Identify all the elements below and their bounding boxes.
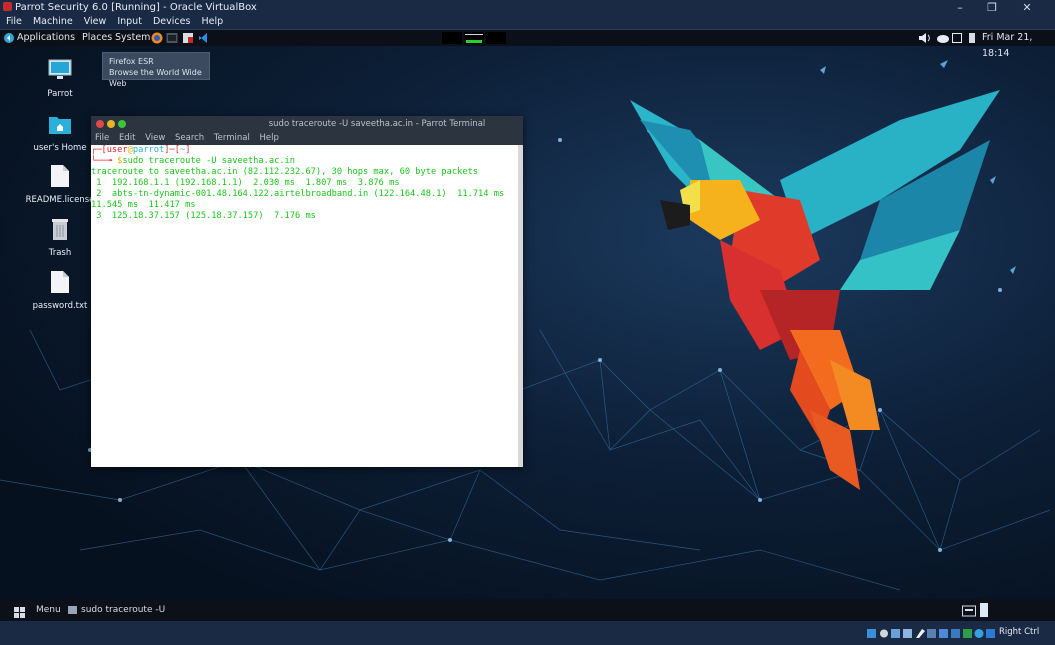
- close-button[interactable]: ✕: [1012, 0, 1042, 15]
- system-menu[interactable]: System: [115, 30, 150, 46]
- output-line: 11.545 ms 11.417 ms: [91, 200, 196, 210]
- terminal-task-icon: [68, 606, 77, 614]
- virtualbox-title-bar: Parrot Security 6.0 [Running] - Oracle V…: [0, 0, 1055, 15]
- virtualbox-menu-bar: File Machine View Input Devices Help: [0, 15, 1055, 30]
- cloud-icon: [936, 32, 950, 50]
- clock[interactable]: Fri Mar 21, 18:14: [982, 30, 1055, 62]
- file-icon: [25, 270, 95, 297]
- desktop-icon-label: password.txt: [32, 301, 88, 311]
- output-line: 1 192.168.1.1 (192.168.1.1) 2.030 ms 1.8…: [91, 178, 400, 188]
- firefox-tooltip: Firefox ESR Browse the World Wide Web: [102, 52, 210, 88]
- terminal-scrollbar[interactable]: [518, 145, 523, 467]
- output-line: 2 abts-tn-dynamic-001.48.164.122.airtelb…: [91, 189, 505, 199]
- terminal-window[interactable]: sudo traceroute -U saveetha.ac.in - Parr…: [91, 116, 523, 467]
- vb-menu-help[interactable]: Help: [201, 16, 223, 27]
- prompt-host: parrot: [132, 145, 165, 155]
- taskbar-task-label: sudo traceroute -U sa...: [81, 605, 166, 615]
- network-icon[interactable]: [952, 33, 962, 49]
- restore-button[interactable]: ❐: [977, 0, 1007, 15]
- workspace-2[interactable]: [464, 32, 484, 44]
- trash-icon: [25, 217, 95, 244]
- vscode-launcher-icon[interactable]: [198, 32, 210, 50]
- desktop-icon-label: Trash: [48, 248, 72, 258]
- desktop-icon-label: README.license: [25, 195, 95, 205]
- terminal-menu-help[interactable]: Help: [260, 133, 279, 143]
- menu-grid-icon[interactable]: [14, 605, 25, 621]
- terminal-launcher-icon[interactable]: [166, 32, 178, 50]
- applications-menu[interactable]: Applications: [17, 30, 75, 46]
- guest-desktop: Applications Places System Fri Mar 21, 1…: [0, 30, 1055, 621]
- battery-icon: [968, 32, 976, 50]
- command-line: └──╼ $sudo traceroute -U saveetha.ac.in: [91, 156, 295, 166]
- terminal-minimize-button[interactable]: [107, 120, 115, 128]
- places-menu[interactable]: Places: [82, 30, 112, 46]
- firefox-launcher-icon[interactable]: [151, 32, 163, 50]
- top-panel: Applications Places System Fri Mar 21, 1…: [0, 30, 1055, 59]
- minimize-button[interactable]: –: [945, 0, 975, 15]
- output-line: traceroute to saveetha.ac.in (82.112.232…: [91, 167, 479, 177]
- workspace-3[interactable]: [486, 32, 506, 44]
- show-desktop-button[interactable]: [980, 603, 988, 617]
- terminal-output[interactable]: ┌─[user@parrot]─[~] └──╼ $sudo tracerout…: [91, 145, 518, 467]
- home-folder-icon: [25, 112, 95, 139]
- virtualbox-status-bar: Right Ctrl: [0, 621, 1055, 645]
- host-key-label: Right Ctrl: [999, 627, 1040, 637]
- virtualbox-window-title: Parrot Security 6.0 [Running] - Oracle V…: [15, 2, 257, 13]
- terminal-menu-view[interactable]: View: [145, 133, 165, 143]
- file-icon: [25, 164, 95, 191]
- volume-icon[interactable]: [918, 32, 932, 50]
- workspace-1[interactable]: [442, 32, 462, 44]
- terminal-maximize-button[interactable]: [118, 120, 126, 128]
- desktop-icon-label: user's Home: [33, 143, 87, 153]
- bottom-panel: Menu sudo traceroute -U sa...: [0, 599, 1055, 621]
- keyboard-icon[interactable]: [962, 604, 976, 621]
- desktop-icon-label: Parrot: [47, 89, 73, 99]
- terminal-title-bar[interactable]: sudo traceroute -U saveetha.ac.in - Parr…: [91, 116, 523, 132]
- menu-button[interactable]: Menu: [36, 599, 61, 621]
- desktop-icon-home[interactable]: user's Home: [25, 112, 95, 153]
- vb-status-icons: [867, 629, 995, 638]
- terminal-menu-file[interactable]: File: [95, 133, 109, 143]
- virtualbox-app-icon: [3, 2, 12, 11]
- taskbar-terminal-task[interactable]: sudo traceroute -U sa...: [66, 599, 170, 621]
- vb-menu-input[interactable]: Input: [117, 16, 142, 27]
- output-line: 3 125.18.37.157 (125.18.37.157) 7.176 ms: [91, 211, 316, 221]
- vb-menu-file[interactable]: File: [6, 16, 22, 27]
- terminal-menu-search[interactable]: Search: [175, 133, 204, 143]
- vb-menu-machine[interactable]: Machine: [33, 16, 73, 27]
- vb-menu-view[interactable]: View: [84, 16, 107, 27]
- command-text: sudo traceroute -U saveetha.ac.in: [122, 156, 295, 166]
- text-editor-launcher-icon[interactable]: [182, 32, 194, 50]
- parrot-illustration: [630, 90, 1000, 490]
- desktop-icon-parrot[interactable]: Parrot: [25, 58, 95, 99]
- parrot-menu-icon[interactable]: [3, 30, 15, 52]
- monitor-icon: [25, 58, 95, 85]
- terminal-close-button[interactable]: [96, 120, 104, 128]
- prompt-line: ┌─[user@parrot]─[~]: [91, 145, 191, 155]
- tooltip-subtitle: Browse the World Wide Web: [109, 68, 202, 88]
- terminal-menu-terminal[interactable]: Terminal: [214, 133, 250, 143]
- desktop-icon-trash[interactable]: Trash: [25, 217, 95, 258]
- tooltip-title: Firefox ESR: [109, 57, 154, 66]
- desktop-icon-password[interactable]: password.txt: [25, 270, 95, 311]
- vb-menu-devices[interactable]: Devices: [153, 16, 190, 27]
- terminal-menu-bar: File Edit View Search Terminal Help: [91, 132, 523, 145]
- terminal-menu-edit[interactable]: Edit: [119, 133, 135, 143]
- desktop-icon-readme[interactable]: README.license: [25, 164, 95, 205]
- terminal-title: sudo traceroute -U saveetha.ac.in - Parr…: [268, 119, 486, 129]
- prompt-user: user: [106, 145, 128, 155]
